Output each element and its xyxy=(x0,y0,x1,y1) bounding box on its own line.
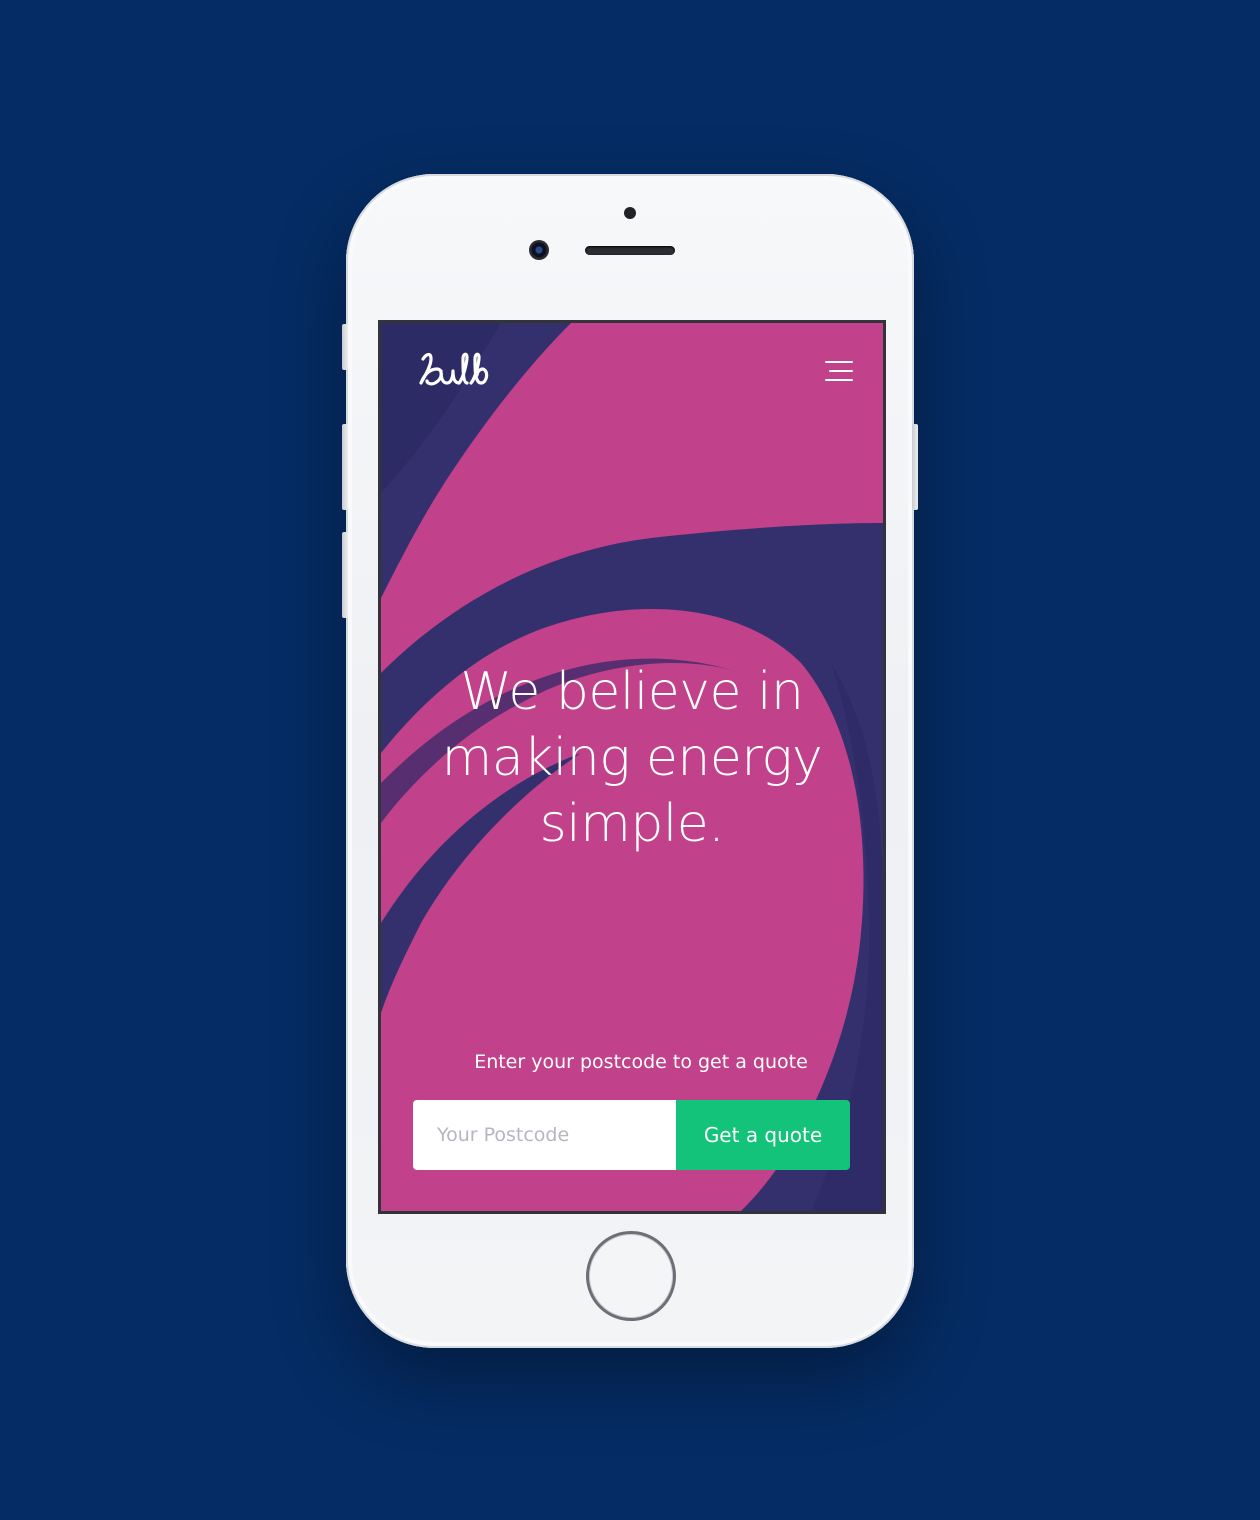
hero-headline: We believe in making energy simple. xyxy=(441,662,823,854)
home-button[interactable] xyxy=(586,1231,676,1321)
phone-mockup: We believe in making energy simple. Ente… xyxy=(342,174,918,1348)
proximity-sensor xyxy=(624,207,636,219)
hamburger-menu-icon[interactable] xyxy=(825,361,855,387)
mute-switch xyxy=(342,324,348,370)
page-background: We believe in making energy simple. Ente… xyxy=(0,0,1260,1520)
front-camera-icon xyxy=(529,240,549,260)
quote-form: Get a quote xyxy=(413,1100,850,1170)
postcode-prompt: Enter your postcode to get a quote xyxy=(474,1051,808,1073)
volume-down-button xyxy=(342,532,348,618)
earpiece-speaker xyxy=(585,246,675,255)
postcode-input[interactable] xyxy=(413,1100,676,1170)
volume-up-button xyxy=(342,424,348,510)
get-quote-button[interactable]: Get a quote xyxy=(676,1100,850,1170)
bulb-logo[interactable] xyxy=(417,349,509,393)
phone-screen: We believe in making energy simple. Ente… xyxy=(378,320,886,1214)
power-button xyxy=(912,424,918,510)
